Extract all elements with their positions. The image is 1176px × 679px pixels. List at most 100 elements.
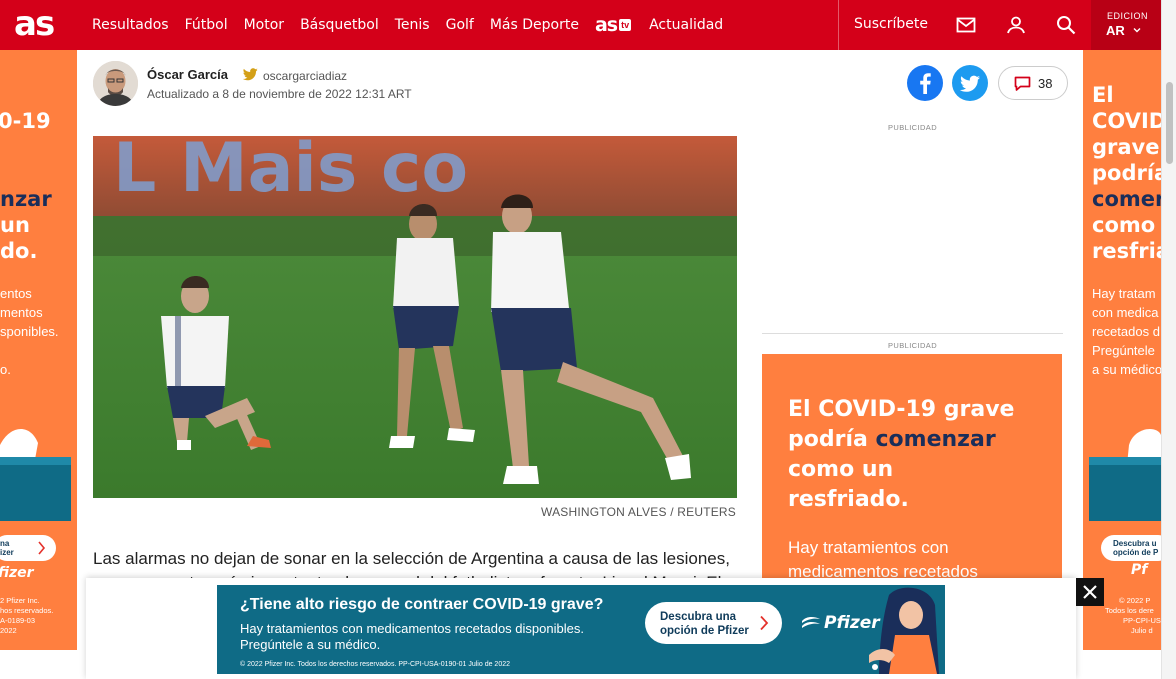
- right-ad-body-4: Pregúntele: [1092, 343, 1155, 358]
- author-avatar[interactable]: [93, 61, 138, 106]
- bottom-leaderboard-ad[interactable]: ¿Tiene alto riesgo de contraer COVID-19 …: [217, 585, 945, 674]
- publicidad-label-box: PUBLICIDAD: [888, 341, 938, 350]
- facebook-icon: [920, 73, 931, 94]
- left-ad-body-3: sponibles.: [0, 324, 59, 339]
- right-ad-tissue-box-illustration: [1089, 429, 1161, 521]
- nav-item-tenis[interactable]: Tenis: [395, 17, 430, 33]
- comments-button[interactable]: 38: [998, 66, 1068, 100]
- nav-item-basquetbol[interactable]: Básquetbol: [300, 17, 379, 33]
- left-skyscraper-ad[interactable]: 0-19 nzar un do. entos mentos sponibles.…: [0, 50, 77, 650]
- author-name[interactable]: Óscar García: [147, 67, 228, 82]
- training-players-photo: L Mais co: [93, 136, 737, 498]
- right-ad-headline-2: COVID: [1092, 109, 1161, 133]
- top-navigation-bar: as Resultados Fútbol Motor Básquetbol Te…: [0, 0, 1176, 50]
- nav-item-resultados[interactable]: Resultados: [92, 17, 169, 33]
- nav-item-mas-deporte[interactable]: Más Deporte: [490, 17, 579, 33]
- right-ad-cta-text-1: Descubra u: [1113, 539, 1157, 548]
- left-ad-body-4: o.: [0, 362, 11, 377]
- right-ad-headline-4: podría: [1092, 161, 1161, 185]
- left-ad-tissue-box-illustration: [0, 428, 71, 521]
- left-ad-legal-2: hos reservados.: [0, 606, 54, 615]
- right-ad-body-3: recetados d: [1092, 324, 1160, 339]
- left-ad-cta-pill[interactable]: na izer: [0, 535, 56, 561]
- box-ad-headline-2: podría comenzar: [788, 425, 996, 455]
- close-icon: [1083, 585, 1097, 599]
- updated-timestamp: Actualizado a 8 de noviembre de 2022 12:…: [147, 87, 412, 101]
- left-ad-headline-3: un: [0, 213, 30, 237]
- nav-item-futbol[interactable]: Fútbol: [185, 17, 228, 33]
- bottom-ad-cta-button[interactable]: Descubra una opción de Pfizer: [645, 602, 782, 644]
- search-icon[interactable]: [1054, 13, 1078, 37]
- left-ad-headline-4: do.: [0, 239, 38, 263]
- box-ad-headline-3: como un: [788, 457, 894, 482]
- left-ad-legal-4: 2022: [0, 626, 17, 635]
- chevron-right-icon: [760, 615, 769, 631]
- scrollbar-thumb[interactable]: [1166, 82, 1173, 164]
- nav-item-golf[interactable]: Golf: [446, 17, 474, 33]
- comment-bubble-icon: [1014, 76, 1031, 91]
- right-skyscraper-ad[interactable]: El COVID grave podría comen como resfria…: [1083, 50, 1161, 650]
- page-scrollbar[interactable]: [1161, 0, 1176, 679]
- right-ad-pfizer-logo: Pf: [1131, 562, 1148, 578]
- chevron-down-icon: [1133, 28, 1141, 33]
- left-ad-body-1: entos: [0, 286, 32, 301]
- bottom-ad-legal: © 2022 Pfizer Inc. Todos los derechos re…: [240, 661, 511, 668]
- bottom-ad-person-illustration: [869, 587, 939, 674]
- twitter-icon: [243, 68, 258, 81]
- box-ad-headline-1: El COVID-19 grave: [788, 397, 1015, 422]
- left-ad-pfizer-logo: fizer: [0, 565, 34, 581]
- right-ad-cta-pill[interactable]: Descubra u opción de P: [1101, 535, 1161, 561]
- astv-badge: tv: [619, 19, 632, 31]
- astv-logo-text: as: [594, 14, 618, 36]
- right-ad-body-2: con medica: [1092, 305, 1159, 320]
- bottom-ad-subtitle-2: Pregúntele a su médico.: [240, 637, 381, 652]
- bottom-ad-cta-text-1: Descubra una: [660, 611, 737, 623]
- facebook-share-button[interactable]: [907, 65, 943, 101]
- bottom-ad-cta-text-2: opción de Pfizer: [660, 625, 749, 637]
- left-ad-body-2: mentos: [0, 305, 43, 320]
- right-ad-headline-3: grave: [1092, 135, 1160, 159]
- ad-separator: [762, 333, 1063, 334]
- photo-background-text: L Mais co: [113, 136, 468, 208]
- left-ad-headline-1: 0-19: [0, 109, 51, 133]
- box-ad-headline-4: resfriado.: [788, 487, 909, 512]
- edition-selector[interactable]: EDICION AR: [1091, 0, 1161, 50]
- section-nav: Resultados Fútbol Motor Básquetbol Tenis…: [92, 0, 739, 50]
- twitter-bird-icon: [959, 75, 980, 92]
- right-ad-legal-1: © 2022 P: [1119, 596, 1151, 605]
- left-ad-cta-text: na izer: [0, 539, 14, 557]
- right-ad-legal-2: Todos los dere: [1105, 606, 1154, 615]
- nav-item-actualidad[interactable]: Actualidad: [649, 17, 723, 33]
- author-portrait: [93, 61, 138, 106]
- article-hero-image[interactable]: L Mais co: [93, 136, 737, 498]
- nav-divider: [838, 0, 839, 50]
- left-ad-headline-2: nzar: [0, 187, 52, 211]
- author-twitter-handle[interactable]: oscargarciadiaz: [263, 69, 347, 83]
- twitter-share-button[interactable]: [952, 65, 988, 101]
- bottom-ad-subtitle-1: Hay tratamientos con medicamentos receta…: [240, 621, 584, 636]
- right-ad-headline-6: como: [1092, 213, 1156, 237]
- right-ad-headline-7: resfria: [1092, 239, 1161, 263]
- edition-code: AR: [1106, 23, 1125, 38]
- right-ad-headline-5: comen: [1092, 187, 1161, 211]
- nav-item-astv[interactable]: as tv: [594, 14, 632, 36]
- as-logo[interactable]: as: [14, 5, 55, 43]
- close-ad-button[interactable]: [1076, 578, 1104, 606]
- left-ad-legal-3: A-0189-03: [0, 616, 36, 625]
- subscribe-link[interactable]: Suscríbete: [854, 16, 928, 32]
- box-ad-headline-2a: podría: [788, 427, 876, 452]
- right-ad-legal-3: PP-CPI-US: [1123, 616, 1161, 625]
- article-paragraph-line-1: Las alarmas no dejan de sonar en la sele…: [93, 549, 730, 568]
- mail-icon[interactable]: [954, 13, 978, 37]
- chevron-right-icon: [38, 541, 46, 555]
- nav-item-motor[interactable]: Motor: [244, 17, 284, 33]
- comments-count: 38: [1038, 76, 1053, 91]
- box-ad-headline-2b: comenzar: [875, 427, 996, 452]
- right-ad-headline-1: El: [1092, 83, 1114, 107]
- user-icon[interactable]: [1004, 13, 1028, 37]
- right-ad-body-1: Hay tratam: [1092, 286, 1156, 301]
- edition-label: EDICION: [1107, 11, 1149, 21]
- right-ad-cta-text-2: opción de P: [1113, 548, 1159, 557]
- photo-credit: WASHINGTON ALVES / REUTERS: [540, 505, 736, 519]
- medium-rectangle-ad[interactable]: El COVID-19 grave podría comenzar como u…: [762, 354, 1062, 604]
